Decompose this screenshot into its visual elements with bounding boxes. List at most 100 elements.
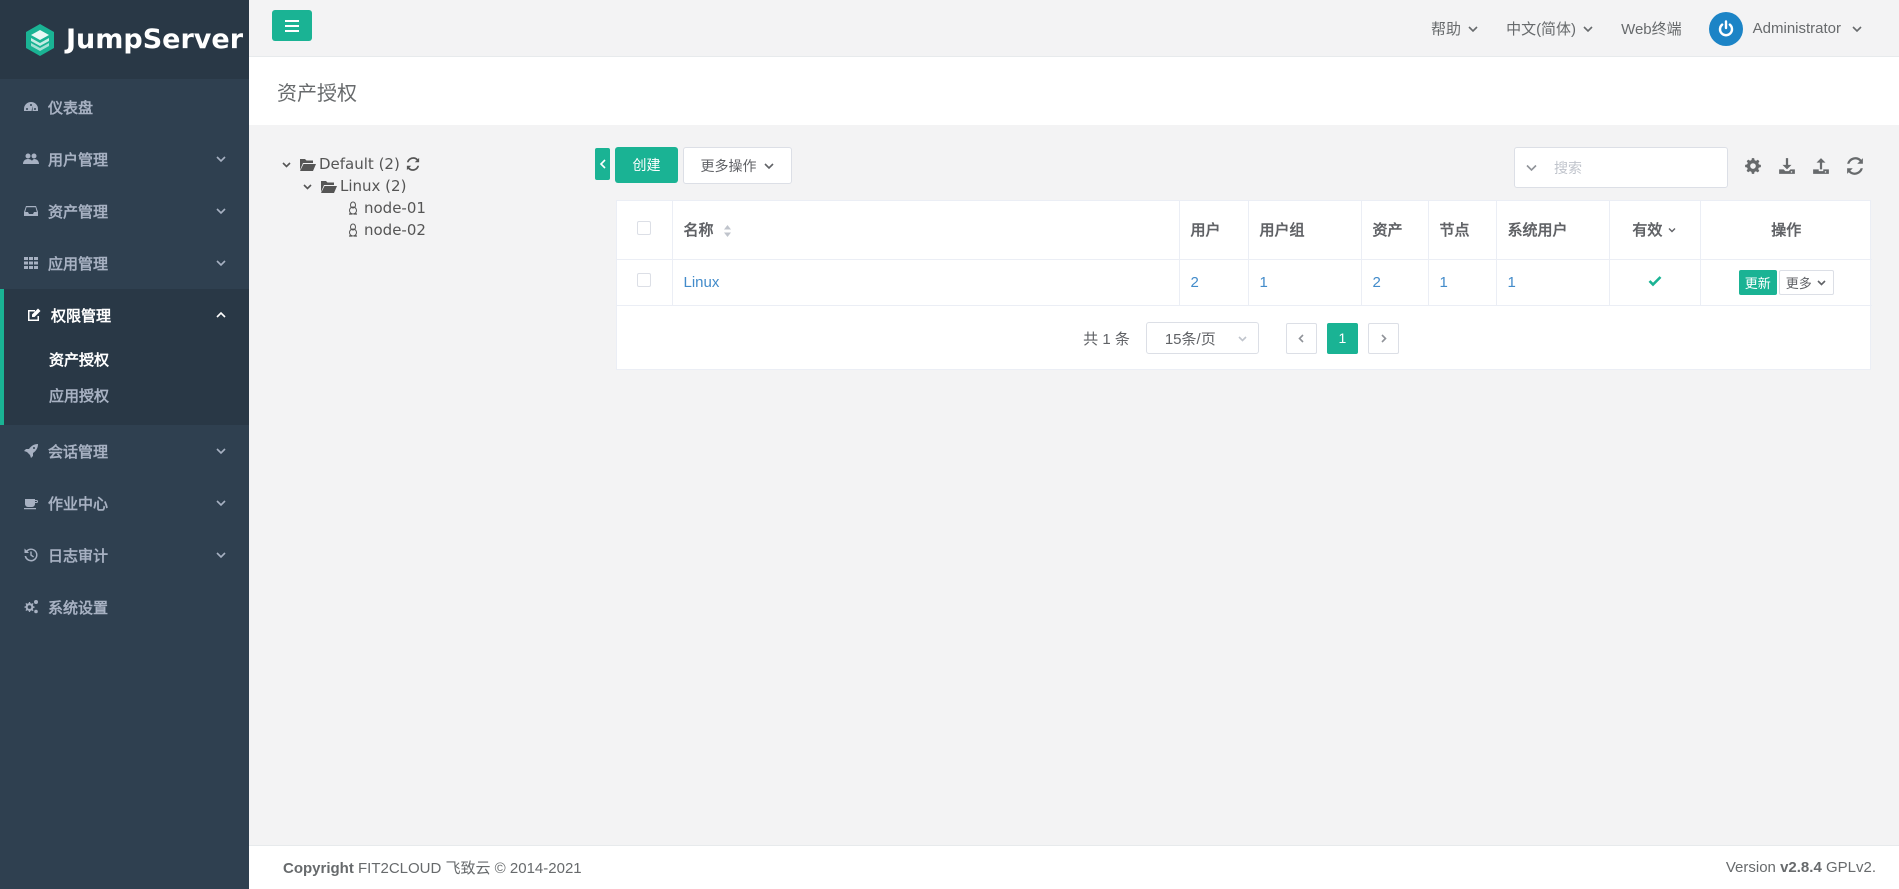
- version-info: Version v2.8.4 GPLv2.: [1726, 859, 1876, 876]
- tree-leaf-node-02[interactable]: node-02: [281, 219, 426, 241]
- chevron-down-icon: [1852, 25, 1862, 32]
- chevron-left-icon: [1298, 333, 1304, 343]
- column-header-system-users: 系统用户: [1496, 201, 1610, 260]
- row-more-dropdown[interactable]: 更多: [1778, 269, 1834, 295]
- tree-node-default[interactable]: Default (2): [281, 153, 426, 175]
- chevron-down-icon[interactable]: [281, 159, 292, 170]
- user-menu[interactable]: Administrator: [1708, 11, 1863, 46]
- row-checkbox[interactable]: [637, 273, 652, 287]
- web-terminal-link[interactable]: Web终端: [1621, 18, 1682, 39]
- cell-assets: 2: [1361, 259, 1429, 306]
- hamburger-icon: [285, 19, 299, 32]
- sidebar-item-assets[interactable]: 资产管理: [0, 185, 249, 237]
- search-input[interactable]: [1554, 159, 1704, 176]
- chevron-up-icon: [216, 311, 226, 318]
- brand-name: JumpServer: [66, 24, 244, 55]
- refresh-icon[interactable]: [1846, 157, 1864, 175]
- sidebar-item-label: 作业中心: [48, 495, 109, 513]
- refresh-icon[interactable]: [406, 157, 420, 171]
- sidebar-item-settings[interactable]: 系统设置: [0, 581, 249, 633]
- sidebar-item-jobs[interactable]: 作业中心: [0, 477, 249, 529]
- license: GPLv2.: [1825, 859, 1876, 876]
- chevron-down-icon: [1238, 336, 1247, 342]
- more-actions-dropdown[interactable]: 更多操作: [683, 147, 792, 184]
- page-number-current[interactable]: 1: [1326, 322, 1358, 354]
- search-box[interactable]: [1514, 147, 1728, 188]
- row-select-cell: [617, 259, 673, 306]
- chevron-down-icon[interactable]: [1667, 225, 1677, 235]
- tree-leaf-node-01[interactable]: node-01: [281, 197, 426, 219]
- tree-leaf-label: node-01: [364, 199, 426, 217]
- chevron-down-icon: [1583, 25, 1593, 32]
- update-button[interactable]: 更新: [1738, 269, 1777, 295]
- next-page-button[interactable]: [1367, 322, 1399, 354]
- tree-leaf-label: node-02: [364, 221, 426, 239]
- table-header-row: 名称 用户 用户组 资产 节点 系统用户 有效 操作: [617, 201, 1872, 260]
- nodes-count-link[interactable]: 1: [1440, 274, 1448, 291]
- select-all-cell: [617, 201, 673, 260]
- chevron-down-icon: [216, 500, 226, 507]
- linux-icon: [349, 223, 357, 237]
- assets-count-link[interactable]: 2: [1373, 274, 1381, 291]
- help-label: 帮助: [1431, 21, 1462, 38]
- node-tree: Default (2) Linux (2) node-01 node-02: [281, 153, 426, 241]
- chevron-down-icon: [216, 260, 226, 267]
- sidebar-group-permissions: 权限管理 资产授权 应用授权: [0, 289, 249, 425]
- rocket-icon: [24, 444, 38, 458]
- chevron-down-icon[interactable]: [1525, 161, 1538, 174]
- sidebar-item-audits[interactable]: 日志审计: [0, 529, 249, 581]
- system-users-count-link[interactable]: 1: [1508, 274, 1516, 291]
- sidebar-item-sessions[interactable]: 会话管理: [0, 425, 249, 477]
- download-icon[interactable]: [1778, 157, 1796, 175]
- column-header-name[interactable]: 名称: [672, 201, 1180, 260]
- column-header-assets: 资产: [1361, 201, 1429, 260]
- column-header-user-groups: 用户组: [1248, 201, 1362, 260]
- sidebar-item-users[interactable]: 用户管理: [0, 133, 249, 185]
- power-icon: [1715, 18, 1736, 39]
- page-title: 资产授权: [277, 82, 357, 105]
- pagination-total: 共 1 条: [1083, 330, 1130, 348]
- column-header-active[interactable]: 有效: [1609, 201, 1701, 260]
- collapse-tree-button[interactable]: [595, 148, 610, 180]
- copyright-label: Copyright: [283, 860, 354, 877]
- chevron-down-icon[interactable]: [302, 181, 313, 192]
- sidebar-subitem-app-permission[interactable]: 应用授权: [4, 377, 249, 413]
- sidebar-item-dashboard[interactable]: 仪表盘: [0, 81, 249, 133]
- chevron-down-icon: [216, 448, 226, 455]
- folder-open-icon: [321, 180, 337, 193]
- copyright-text: FIT2CLOUD 飞致云 © 2014-2021: [358, 860, 582, 877]
- upload-icon[interactable]: [1812, 157, 1830, 175]
- help-menu[interactable]: 帮助: [1431, 18, 1479, 39]
- settings-icon[interactable]: [1744, 157, 1762, 175]
- page-size-select[interactable]: 15条/页: [1145, 322, 1259, 354]
- sidebar-item-applications[interactable]: 应用管理: [0, 237, 249, 289]
- cell-active: [1609, 259, 1701, 306]
- sidebar-subitem-asset-permission[interactable]: 资产授权: [4, 341, 249, 377]
- user-groups-count-link[interactable]: 1: [1260, 274, 1268, 291]
- footer: Copyright FIT2CLOUD 飞致云 © 2014-2021 Vers…: [249, 845, 1899, 889]
- version-label: Version: [1725, 859, 1776, 876]
- chevron-left-icon: [599, 159, 606, 169]
- tree-node-linux[interactable]: Linux (2): [281, 175, 426, 197]
- chevron-down-icon: [1468, 25, 1478, 32]
- tree-node-label: Linux (2): [340, 177, 407, 195]
- logo[interactable]: JumpServer: [0, 0, 249, 79]
- cogs-icon: [24, 600, 38, 614]
- sort-icon[interactable]: [723, 224, 732, 238]
- sidebar-item-label: 会话管理: [48, 443, 109, 461]
- permission-name-link[interactable]: Linux: [684, 274, 720, 291]
- sidebar-item-permissions[interactable]: 权限管理: [4, 289, 249, 341]
- language-menu[interactable]: 中文(简体): [1506, 18, 1594, 39]
- select-all-checkbox[interactable]: [637, 220, 652, 235]
- users-count-link[interactable]: 2: [1191, 274, 1199, 291]
- sidebar-toggle-button[interactable]: [272, 10, 312, 41]
- more-actions-label: 更多操作: [700, 157, 757, 174]
- page-size-value: 15条/页: [1164, 330, 1216, 348]
- inbox-icon: [24, 206, 38, 216]
- prev-page-button[interactable]: [1285, 322, 1317, 354]
- create-button[interactable]: 创建: [615, 147, 678, 183]
- edit-icon: [28, 308, 41, 321]
- version-number: v2.8.4: [1780, 859, 1822, 876]
- cell-user-groups: 1: [1248, 259, 1362, 306]
- header-label: 名称: [683, 222, 714, 240]
